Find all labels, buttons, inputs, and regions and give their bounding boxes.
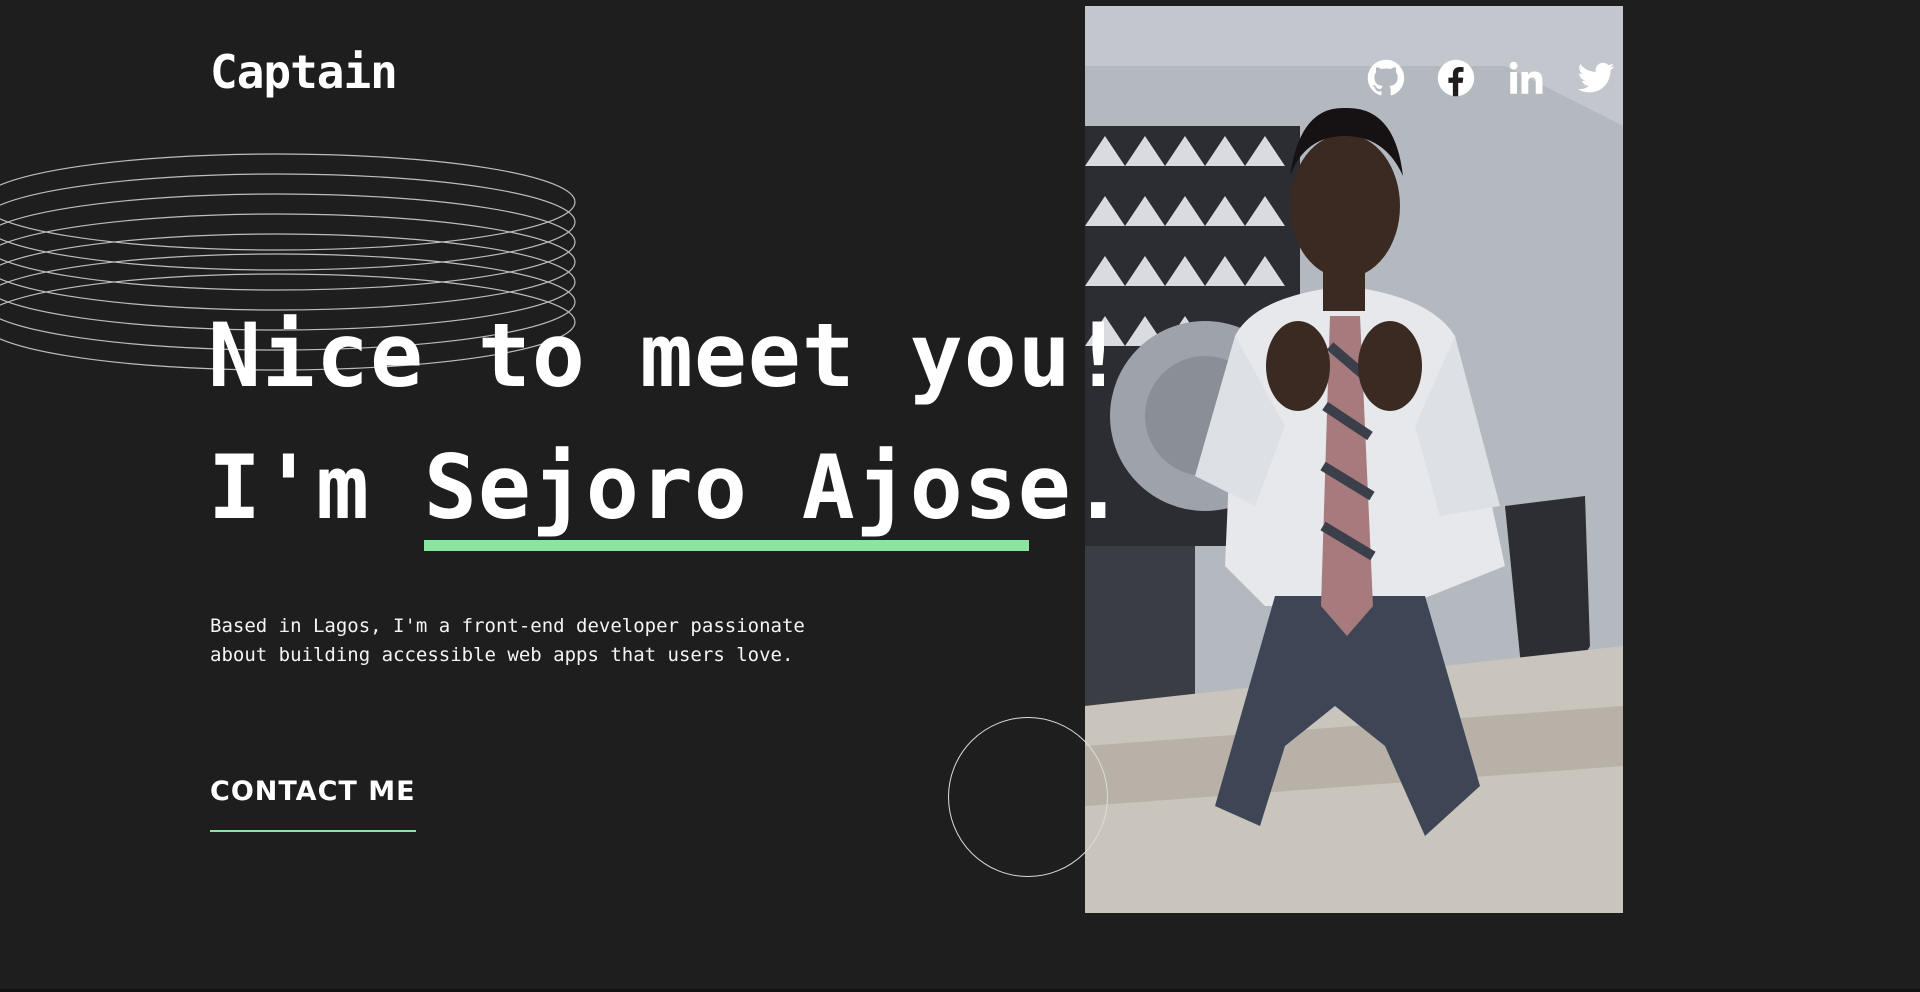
facebook-icon [1437, 59, 1475, 97]
twitter-icon [1577, 62, 1615, 93]
github-icon [1367, 59, 1405, 96]
headline-prefix: I'm [208, 436, 424, 539]
facebook-link[interactable] [1435, 57, 1477, 99]
decorative-circle [948, 717, 1108, 877]
hero-headline: Nice to meet you! I'm Sejoro Ajose. [208, 290, 1126, 554]
intro-text: Based in Lagos, I'm a front-end develope… [210, 615, 805, 666]
headline-name: Sejoro Ajose. [423, 436, 1126, 539]
profile-photo [1085, 6, 1623, 913]
social-links [1365, 56, 1617, 100]
name-underline [424, 540, 1029, 551]
headline-greeting: Nice to meet you! [208, 304, 1126, 407]
github-link[interactable] [1365, 57, 1407, 99]
contact-me-link[interactable]: CONTACT ME [210, 772, 416, 832]
linkedin-link[interactable] [1505, 57, 1547, 99]
page: Captain Nice to meet you! I'm Sejoro Ajo… [0, 0, 1920, 992]
site-logo[interactable]: Captain [210, 44, 398, 100]
headline-intro: I'm Sejoro Ajose. [208, 422, 1126, 554]
linkedin-icon [1509, 61, 1543, 94]
twitter-link[interactable] [1575, 57, 1617, 99]
